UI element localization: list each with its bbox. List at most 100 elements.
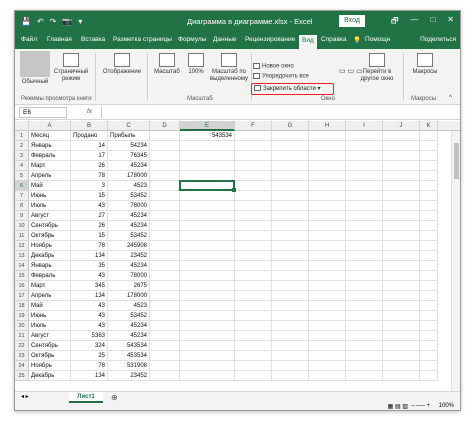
cell[interactable] <box>420 281 438 291</box>
column-header-j[interactable]: J <box>383 121 420 131</box>
cell[interactable]: 14 <box>71 141 108 151</box>
row-header[interactable]: 2 <box>15 141 29 151</box>
cell[interactable] <box>346 171 383 181</box>
macros-button[interactable]: Макросы <box>407 53 443 76</box>
cell[interactable]: Август <box>29 331 71 341</box>
cell[interactable]: Март <box>29 161 71 171</box>
cell[interactable] <box>346 341 383 351</box>
switch-window-button[interactable]: Перейти в другое окно <box>355 53 399 83</box>
cell[interactable] <box>150 291 180 301</box>
cell[interactable]: 4523 <box>108 301 150 311</box>
zoom-100-button[interactable]: 100% <box>185 53 207 76</box>
zoom-to-selection-button[interactable]: Масштаб по выделенному <box>209 53 249 83</box>
cell[interactable] <box>309 191 346 201</box>
cell[interactable]: Октябрь <box>29 231 71 241</box>
cell[interactable]: 43 <box>71 201 108 211</box>
cell[interactable] <box>150 301 180 311</box>
cell[interactable] <box>346 181 383 191</box>
row-header[interactable]: 24 <box>15 361 29 371</box>
cell[interactable] <box>309 211 346 221</box>
cell[interactable] <box>420 221 438 231</box>
cell[interactable] <box>309 281 346 291</box>
cell[interactable] <box>420 271 438 281</box>
cell[interactable] <box>150 201 180 211</box>
cell[interactable] <box>309 181 346 191</box>
cell[interactable] <box>383 271 420 281</box>
cell[interactable] <box>272 251 309 261</box>
cell[interactable] <box>420 151 438 161</box>
cell[interactable] <box>309 301 346 311</box>
cell[interactable] <box>272 151 309 161</box>
cell[interactable] <box>272 261 309 271</box>
cell[interactable]: 245908 <box>108 241 150 251</box>
cell[interactable]: 78 <box>71 361 108 371</box>
row-header[interactable]: 14 <box>15 261 29 271</box>
tab-insert[interactable]: Вставка <box>81 36 105 43</box>
cell[interactable] <box>272 201 309 211</box>
cell[interactable]: Сентябрь <box>29 341 71 351</box>
column-header-a[interactable]: A <box>29 121 71 131</box>
cell[interactable]: 45234 <box>108 211 150 221</box>
select-all-corner[interactable] <box>15 121 29 131</box>
row-header[interactable]: 20 <box>15 321 29 331</box>
cell[interactable]: 43 <box>71 271 108 281</box>
cell[interactable]: 453534 <box>108 351 150 361</box>
cell[interactable] <box>309 131 346 141</box>
row-header[interactable]: 11 <box>15 231 29 241</box>
cell[interactable] <box>150 341 180 351</box>
cell[interactable] <box>420 191 438 201</box>
cell[interactable] <box>235 301 272 311</box>
cell[interactable] <box>272 211 309 221</box>
column-header-f[interactable]: F <box>235 121 272 131</box>
cell[interactable] <box>235 241 272 251</box>
cell[interactable]: 78000 <box>108 271 150 281</box>
cell[interactable] <box>346 351 383 361</box>
cell[interactable] <box>235 281 272 291</box>
cell[interactable] <box>420 311 438 321</box>
cell[interactable] <box>346 141 383 151</box>
cell[interactable] <box>150 131 180 141</box>
cell[interactable]: 17 <box>71 151 108 161</box>
cell[interactable] <box>346 261 383 271</box>
cell[interactable] <box>180 221 235 231</box>
collapse-ribbon-icon[interactable]: ^ <box>449 95 452 101</box>
row-header[interactable]: 21 <box>15 331 29 341</box>
view-mode-icons[interactable]: ▦ ▤ ▥ <box>388 403 408 410</box>
cell[interactable] <box>150 151 180 161</box>
scroll-thumb[interactable] <box>454 143 459 179</box>
cell[interactable] <box>383 321 420 331</box>
cell[interactable]: Декабрь <box>29 371 71 381</box>
cell[interactable] <box>309 361 346 371</box>
cell[interactable] <box>150 141 180 151</box>
cell[interactable] <box>180 251 235 261</box>
cell[interactable]: 178000 <box>108 291 150 301</box>
freeze-panes-button[interactable]: Закрепить области ▾ <box>251 83 334 95</box>
cell[interactable] <box>150 211 180 221</box>
row-header[interactable]: 16 <box>15 281 29 291</box>
cell[interactable] <box>420 161 438 171</box>
cell[interactable] <box>150 371 180 381</box>
cell[interactable] <box>420 321 438 331</box>
cell[interactable] <box>383 351 420 361</box>
cell[interactable] <box>272 131 309 141</box>
cell[interactable]: 5363 <box>71 331 108 341</box>
cell[interactable] <box>346 281 383 291</box>
cell[interactable] <box>180 231 235 241</box>
normal-view-button[interactable]: Обычный <box>19 51 51 86</box>
cell[interactable]: Январь <box>29 261 71 271</box>
camera-icon[interactable]: 📷 <box>62 17 72 27</box>
cell[interactable] <box>309 231 346 241</box>
cell[interactable]: 43 <box>71 321 108 331</box>
signin-button[interactable]: Вход <box>339 15 365 27</box>
cell[interactable] <box>235 151 272 161</box>
cell[interactable] <box>272 161 309 171</box>
cell[interactable] <box>235 361 272 371</box>
cell[interactable] <box>272 191 309 201</box>
cell[interactable] <box>420 141 438 151</box>
cell[interactable] <box>420 201 438 211</box>
cell[interactable]: Март <box>29 281 71 291</box>
cell[interactable] <box>272 231 309 241</box>
cell[interactable] <box>180 271 235 281</box>
cell[interactable] <box>383 341 420 351</box>
cell[interactable]: 45234 <box>108 221 150 231</box>
